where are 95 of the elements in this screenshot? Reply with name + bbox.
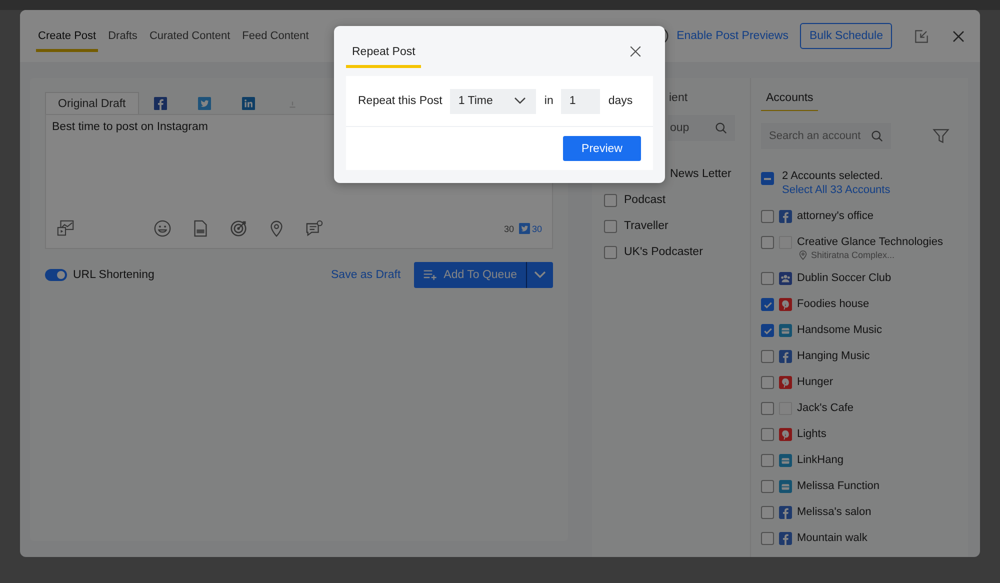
- toggle-switch[interactable]: [45, 269, 67, 281]
- linkedin-icon: [242, 97, 256, 110]
- target-icon[interactable]: [229, 219, 248, 238]
- account-name: Creative Glance Technologies: [797, 235, 943, 249]
- close-icon[interactable]: [951, 28, 966, 44]
- character-count: 30: [532, 224, 542, 234]
- facebook-icon: [779, 210, 792, 223]
- account-name: Handsome Music: [797, 323, 882, 337]
- filter-icon[interactable]: [932, 127, 950, 145]
- selection-summary: 2 Accounts selected. Select All 33 Accounts: [782, 169, 892, 197]
- minimize-icon[interactable]: [914, 28, 929, 44]
- account-name: Hunger: [797, 375, 834, 389]
- pinterest-icon: [779, 298, 792, 311]
- account-name: Melissa's salon: [797, 505, 872, 519]
- partial-checkbox[interactable]: [761, 172, 774, 185]
- tab[interactable]: Curated Content: [147, 24, 232, 52]
- search-placeholder: Search an account: [769, 130, 861, 142]
- account-name: Foodies house: [797, 297, 870, 311]
- tab[interactable]: Feed Content: [240, 24, 311, 52]
- account-name: Lights: [797, 427, 826, 441]
- checkbox[interactable]: [761, 298, 774, 311]
- location-pin-icon: [799, 250, 807, 260]
- account-name: Hanging Music: [797, 349, 870, 363]
- comment-icon[interactable]: [305, 219, 324, 238]
- enable-previews-link[interactable]: Enable Post Previews: [676, 30, 788, 42]
- checkbox[interactable]: [761, 324, 774, 337]
- checkbox[interactable]: [761, 210, 774, 223]
- twitter-icon: [198, 97, 212, 110]
- checkbox[interactable]: [761, 480, 774, 493]
- save-draft-link[interactable]: Save as Draft: [331, 269, 401, 281]
- accounts-tab[interactable]: Accounts: [761, 90, 818, 111]
- pinterest-icon: [779, 428, 792, 441]
- checkbox[interactable]: [604, 246, 617, 258]
- bulk-schedule-button[interactable]: Bulk Schedule: [800, 23, 892, 49]
- checkbox[interactable]: [761, 428, 774, 441]
- checkbox[interactable]: [761, 402, 774, 415]
- search-icon[interactable]: [871, 130, 883, 142]
- in-label: in: [544, 95, 554, 107]
- account-name: Dublin Soccer Club: [797, 271, 892, 285]
- preview-button[interactable]: Preview: [563, 136, 641, 161]
- account-name: Jack's Cafe: [797, 401, 854, 415]
- add-to-queue-button[interactable]: Add To Queue: [414, 262, 527, 288]
- list-plus-icon: [422, 269, 438, 281]
- facebook-icon: [779, 506, 792, 519]
- twitter-icon: [518, 223, 530, 234]
- repeat-label: Repeat this Post: [358, 95, 442, 107]
- facebook-icon: [779, 532, 792, 545]
- select-all-link[interactable]: Select All 33 Accounts: [782, 184, 890, 196]
- search-icon[interactable]: [715, 122, 727, 134]
- toggle-label: URL Shortening: [73, 269, 154, 281]
- checkbox[interactable]: [761, 454, 774, 467]
- panel-tab[interactable]: ient: [669, 92, 688, 104]
- search-field[interactable]: oup: [668, 115, 735, 141]
- dialog-title: Repeat Post: [346, 38, 422, 68]
- caret-icon: [534, 271, 546, 279]
- character-count: 30: [504, 224, 514, 234]
- caret-icon: [514, 97, 526, 105]
- gif-icon[interactable]: [191, 219, 210, 238]
- draft-tab[interactable]: Original Draft: [45, 92, 139, 114]
- days-label: days: [608, 95, 633, 107]
- checkbox[interactable]: [761, 506, 774, 519]
- search-field[interactable]: Search an account: [761, 123, 891, 149]
- close-icon[interactable]: [629, 44, 642, 58]
- checkbox[interactable]: [761, 376, 774, 389]
- times-dropdown[interactable]: 1 Time: [450, 88, 536, 114]
- checkbox[interactable]: [761, 532, 774, 545]
- checkbox[interactable]: [761, 350, 774, 363]
- post-text: Best time to post on Instagram: [52, 121, 208, 133]
- group-icon: [779, 272, 792, 285]
- briefcase-icon: [779, 454, 792, 467]
- emoji-icon[interactable]: [153, 219, 172, 238]
- tab[interactable]: Drafts: [106, 24, 140, 52]
- dropdown-button[interactable]: [527, 262, 553, 288]
- account-name: LinkHang: [797, 453, 844, 467]
- account-name: Melissa Function: [797, 479, 880, 493]
- facebook-icon: [779, 350, 792, 363]
- checkbox[interactable]: [604, 194, 617, 206]
- account-location: Shitiratna Complex...: [811, 250, 895, 260]
- account-name: Mountain walk: [797, 531, 868, 545]
- account-name: attorney's office: [797, 209, 874, 223]
- days-input[interactable]: 1: [561, 88, 600, 114]
- group-name: UK's Podcaster: [624, 246, 703, 258]
- group-name: News Letter: [670, 168, 732, 180]
- group-name: Traveller: [624, 220, 668, 232]
- checkbox[interactable]: [604, 220, 617, 232]
- tab[interactable]: Create Post: [36, 24, 98, 52]
- briefcase-icon: [779, 480, 792, 493]
- search-placeholder: oup: [670, 122, 690, 134]
- facebook-icon: [154, 97, 168, 110]
- briefcase-icon: [779, 324, 792, 337]
- checkbox[interactable]: [761, 272, 774, 285]
- pinterest-icon: [779, 376, 792, 389]
- checkbox[interactable]: [761, 236, 774, 249]
- media-icon[interactable]: [56, 219, 75, 238]
- group-name: Podcast: [624, 194, 666, 206]
